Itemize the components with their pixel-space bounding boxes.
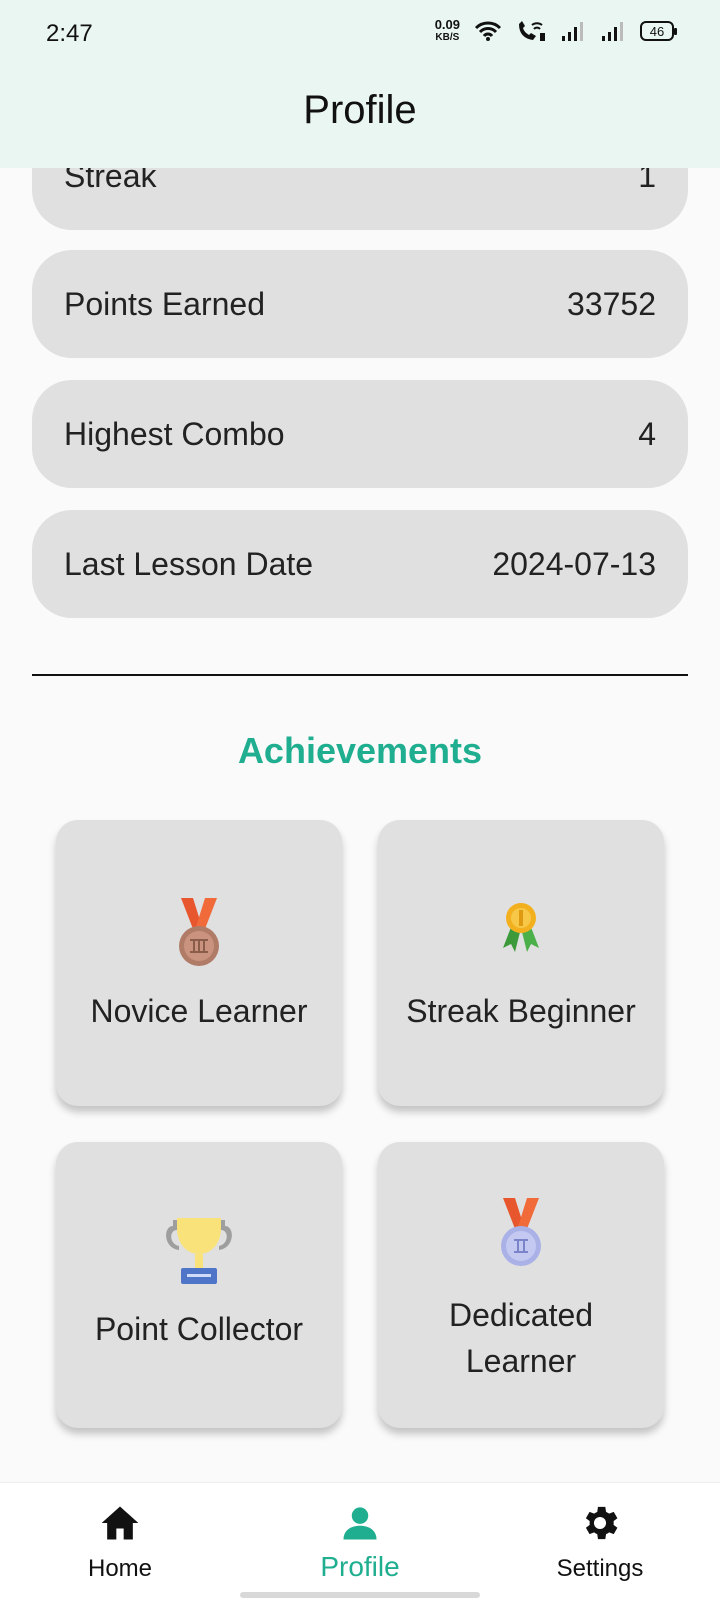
stat-value: 4 <box>638 415 656 452</box>
achievement-card-novice-learner[interactable]: Novice Learner <box>56 820 342 1106</box>
stat-value: 33752 <box>567 285 656 322</box>
rosette-icon <box>503 903 539 952</box>
achievement-label: Point Collector <box>94 1311 304 1347</box>
nav-item-home[interactable]: Home <box>20 1501 220 1583</box>
profile-screen: Streak 1 Points Earned 33752 Highest Com… <box>0 0 720 1600</box>
achievement-card-point-collector[interactable]: Point Collector <box>56 1142 342 1428</box>
stat-row-points: Points Earned 33752 <box>32 250 688 358</box>
achievement-card-dedicated-learner[interactable]: Dedicated Learner <box>378 1142 664 1428</box>
silver-medal-icon <box>501 1198 541 1266</box>
achievement-label: Streak Beginner <box>406 993 636 1029</box>
achievements-title: Achievements <box>237 730 483 771</box>
section-divider <box>32 674 688 676</box>
achievement-label: Dedicated Learner <box>448 1297 594 1379</box>
battery-indicator: 46 <box>640 21 677 41</box>
bottom-navigation: Home Profile Settings <box>0 1482 720 1600</box>
page-title: Profile <box>303 88 417 132</box>
status-icons: 0.09 KB/S 46 <box>435 18 677 44</box>
nav-item-profile[interactable]: Profile <box>260 1501 460 1583</box>
stat-label: Last Lesson Date <box>64 545 314 582</box>
home-indicator[interactable] <box>240 1592 480 1598</box>
achievement-label: Novice Learner <box>90 993 308 1029</box>
profile-scroll-content[interactable]: Streak 1 Points Earned 33752 Highest Com… <box>0 0 720 1482</box>
achievement-card-streak-beginner[interactable]: Streak Beginner <box>378 820 664 1106</box>
network-speed-unit: KB/S <box>435 32 460 43</box>
nav-label: Settings <box>556 1555 644 1582</box>
gear-icon <box>585 1506 618 1540</box>
network-speed: 0.09 KB/S <box>435 18 460 44</box>
network-speed-value: 0.09 <box>434 17 460 32</box>
stat-value: 2024-07-13 <box>492 545 656 582</box>
nav-label: Home <box>87 1555 153 1582</box>
status-time: 2:47 <box>46 20 93 47</box>
signal-icon-sim1 <box>562 22 583 41</box>
wifi-icon <box>474 21 502 41</box>
person-icon <box>343 1507 377 1540</box>
signal-icon-sim2 <box>602 22 623 41</box>
stat-label: Points Earned <box>64 285 266 322</box>
stat-row-combo: Highest Combo 4 <box>32 380 688 488</box>
home-icon <box>101 1506 139 1540</box>
app-header: 2:47 0.09 KB/S 46 Profile <box>0 0 720 168</box>
stat-row-last-lesson: Last Lesson Date 2024-07-13 <box>32 510 688 618</box>
nav-item-settings[interactable]: Settings <box>500 1501 700 1583</box>
trophy-icon <box>166 1218 232 1284</box>
wifi-calling-icon <box>519 21 545 41</box>
stat-label: Highest Combo <box>64 415 285 452</box>
nav-label: Profile <box>320 1551 400 1582</box>
bronze-medal-icon <box>179 898 219 966</box>
